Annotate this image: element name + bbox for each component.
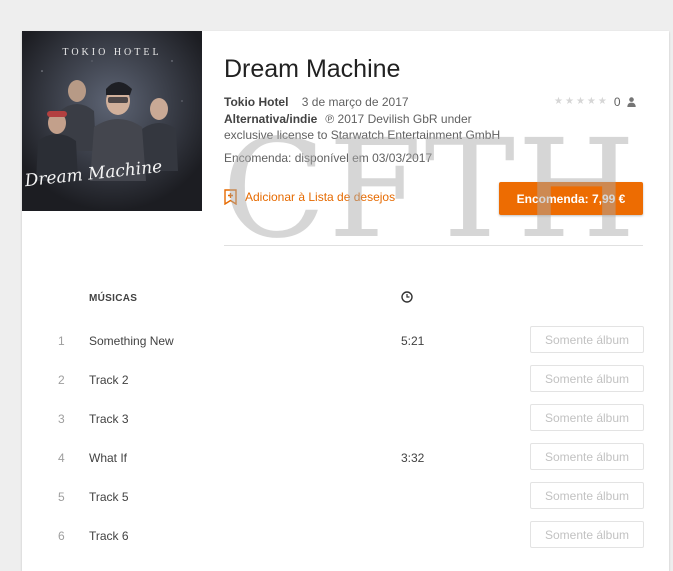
tracks-column-header: MÚSICAS	[89, 293, 138, 304]
star-icon: ★	[597, 96, 607, 107]
release-date: 3 de março de 2017	[301, 95, 409, 109]
track-row[interactable]: 1 Something New 5:21 Somente álbum	[22, 326, 669, 356]
album-only-button[interactable]: Somente álbum	[530, 365, 644, 392]
track-number: 1	[58, 334, 65, 348]
track-title: Something New	[89, 334, 174, 348]
track-row[interactable]: 3 Track 3 Somente álbum	[22, 404, 669, 434]
star-icon: ★	[575, 96, 585, 107]
artist-link[interactable]: Tokio Hotel	[224, 95, 288, 109]
divider	[224, 245, 643, 246]
preorder-availability: Encomenda: disponível em 03/03/2017	[224, 151, 433, 165]
track-row[interactable]: 2 Track 2 Somente álbum	[22, 365, 669, 395]
track-title: What If	[89, 451, 128, 465]
track-row[interactable]: 4 What If 3:32 Somente álbum	[22, 443, 669, 473]
album-only-button[interactable]: Somente álbum	[530, 404, 644, 431]
track-title: Track 3	[89, 412, 129, 426]
clock-icon	[401, 291, 413, 303]
bookmark-add-icon	[224, 189, 237, 205]
track-title: Track 5	[89, 490, 129, 504]
star-icon: ★	[564, 96, 574, 107]
wishlist-label: Adicionar à Lista de desejos	[245, 190, 396, 204]
album-meta: Tokio Hotel 3 de março de 2017	[224, 95, 409, 109]
track-number: 5	[58, 490, 65, 504]
track-title: Track 2	[89, 373, 129, 387]
album-card: TOKIO HOTEL Dream Machine Dream Machine …	[22, 31, 669, 571]
track-number: 6	[58, 529, 65, 543]
track-duration: 3:32	[401, 451, 425, 465]
album-only-button[interactable]: Somente álbum	[530, 443, 644, 470]
preorder-buy-button[interactable]: Encomenda: 7,99 €	[499, 182, 643, 215]
track-number: 3	[58, 412, 65, 426]
track-title: Track 6	[89, 529, 129, 543]
album-only-button[interactable]: Somente álbum	[530, 482, 644, 509]
cover-band-name: TOKIO HOTEL	[62, 47, 161, 58]
add-to-wishlist-button[interactable]: Adicionar à Lista de desejos	[224, 189, 395, 205]
track-row[interactable]: 6 Track 6 Somente álbum	[22, 521, 669, 551]
star-icon: ★	[554, 96, 563, 107]
track-number: 4	[58, 451, 65, 465]
album-details: Alternativa/indie ℗ 2017 Devilish GbR und…	[224, 111, 524, 143]
genre-link[interactable]: Alternativa/indie	[224, 112, 317, 126]
track-number: 2	[58, 373, 65, 387]
star-icon: ★	[586, 96, 596, 107]
person-icon	[626, 97, 636, 107]
rating-count: 0	[613, 95, 621, 109]
album-cover-art: TOKIO HOTEL Dream Machine	[22, 31, 202, 211]
track-duration: 5:21	[401, 334, 425, 348]
album-only-button[interactable]: Somente álbum	[530, 521, 644, 548]
album-only-button[interactable]: Somente álbum	[530, 326, 644, 353]
album-cover[interactable]: TOKIO HOTEL Dream Machine	[22, 31, 202, 211]
rating-summary: ★ ★ ★ ★ ★ 0	[554, 95, 636, 109]
album-title: Dream Machine	[224, 55, 401, 83]
track-row[interactable]: 5 Track 5 Somente álbum	[22, 482, 669, 512]
